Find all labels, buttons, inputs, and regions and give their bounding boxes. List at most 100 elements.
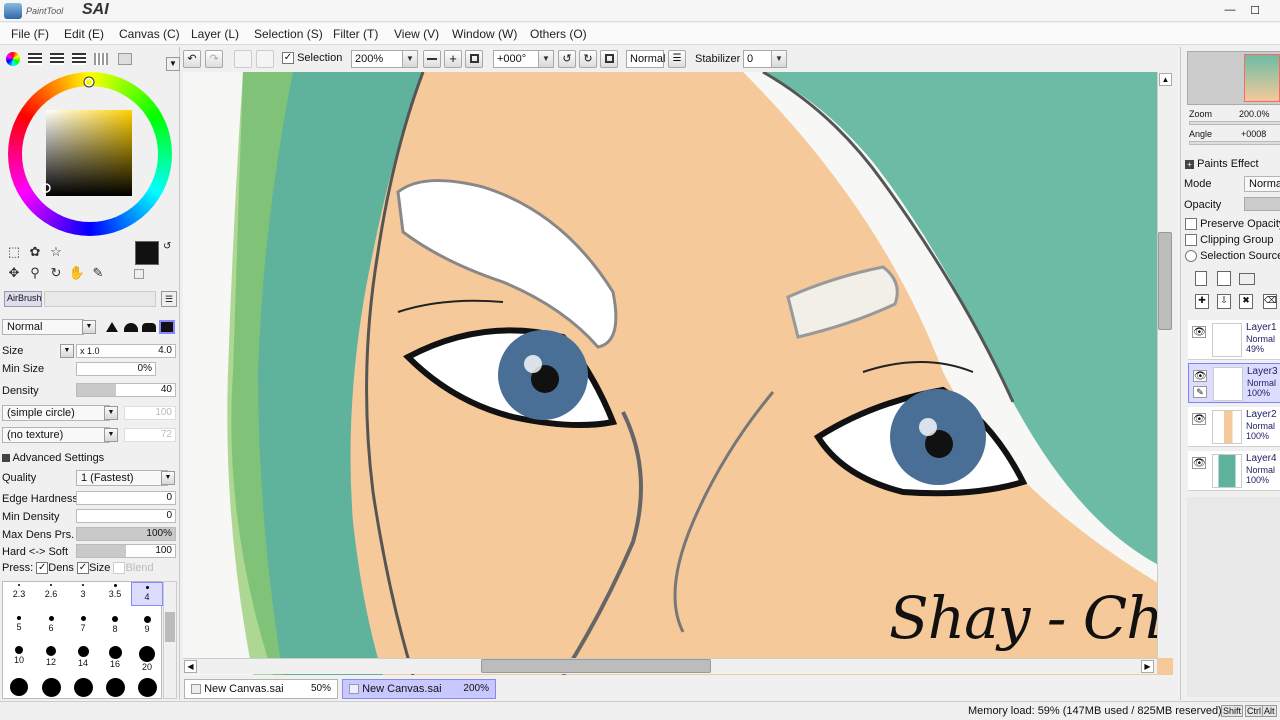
redo-button[interactable]: ↷ — [205, 50, 223, 68]
paints-effect-header[interactable]: + Paints Effect — [1185, 158, 1259, 170]
scroll-left-icon[interactable]: ◀ — [184, 660, 197, 673]
minimize-icon[interactable]: — — [1223, 4, 1237, 18]
user-swatch-icon[interactable] — [118, 53, 132, 65]
layer-item-selected[interactable]: 👁 ✎ Layer3 Normal 100% — [1188, 363, 1280, 403]
clipping-group-checkbox[interactable] — [1185, 234, 1197, 247]
primary-color-swatch[interactable] — [135, 241, 159, 265]
brush-shape-dropdown[interactable]: (simple circle) — [2, 405, 110, 421]
deselect-button[interactable] — [234, 50, 252, 68]
maximize-icon[interactable]: ☐ — [1248, 4, 1262, 18]
tool-list-icon[interactable]: ☰ — [161, 291, 177, 307]
panel-collapse-icon[interactable]: ▼ — [166, 57, 180, 71]
visibility-eye-icon[interactable]: 👁 — [1192, 326, 1206, 338]
brush-size-cell[interactable] — [131, 678, 163, 700]
move-icon[interactable]: ✥ — [5, 264, 23, 282]
merge-layer-icon[interactable]: ⇩ — [1217, 294, 1231, 309]
rect-select-icon[interactable]: ⬚ — [5, 243, 23, 261]
visibility-eye-icon[interactable]: 👁 — [1192, 457, 1206, 469]
blend-mode-field[interactable]: Normal — [626, 50, 665, 68]
brush-size-cell[interactable]: 8 — [99, 616, 131, 638]
zoom-icon[interactable]: ⚲ — [26, 264, 44, 282]
quality-arrow[interactable]: ▼ — [161, 471, 175, 485]
brush-mode-dropdown[interactable]: Normal — [2, 319, 84, 335]
shape-strength-slider[interactable]: 100 — [124, 406, 176, 420]
layer-item[interactable]: 👁 Layer2 Normal 100% — [1188, 407, 1280, 447]
brush-size-cell[interactable]: 10 — [3, 646, 35, 668]
brush-grid-scrollbar[interactable] — [163, 581, 177, 699]
brush-texture-dropdown[interactable]: (no texture) — [2, 427, 110, 443]
min-size-slider[interactable]: 0% — [76, 362, 156, 376]
min-density-slider[interactable]: 0 — [76, 509, 176, 523]
clipping-group-row[interactable]: Clipping Group — [1185, 234, 1273, 247]
canvas-tab[interactable]: New Canvas.sai 50% — [184, 679, 338, 699]
press-blend-checkbox[interactable] — [113, 562, 126, 575]
rgb-slider-icon[interactable] — [28, 53, 42, 65]
quality-dropdown[interactable]: 1 (Fastest) — [76, 470, 168, 486]
size-slider[interactable]: x 1.0 4.0 — [76, 344, 176, 358]
shape-pointed-icon[interactable] — [106, 322, 118, 332]
stabilizer-field[interactable]: 0 — [743, 50, 773, 68]
canvas-vertical-scrollbar[interactable]: ▲ — [1157, 72, 1173, 658]
flip-button[interactable]: ☰ — [668, 50, 686, 68]
brush-size-cell[interactable] — [3, 678, 35, 700]
brush-size-cell[interactable]: 12 — [35, 646, 67, 668]
scratchpad-icon[interactable] — [94, 53, 108, 65]
opacity-slider[interactable] — [1244, 197, 1280, 211]
invert-selection-button[interactable] — [256, 50, 274, 68]
preserve-opacity-row[interactable]: Preserve Opacity — [1185, 218, 1280, 231]
swap-colors-icon[interactable]: ↺ — [163, 241, 171, 252]
brush-grid-scroll-thumb[interactable] — [165, 612, 175, 642]
hard-soft-slider[interactable]: 100 — [76, 544, 176, 558]
lasso-icon[interactable]: ✿ — [26, 243, 44, 261]
rotate-left-button[interactable]: ↺ — [558, 50, 576, 68]
stabilizer-dropdown[interactable]: ▼ — [771, 50, 787, 68]
pen-lock-icon[interactable]: ✎ — [1193, 386, 1207, 398]
swatch-icon[interactable] — [72, 53, 86, 65]
zoom-slider[interactable] — [1189, 121, 1280, 125]
eyedropper-icon[interactable]: ✎ — [89, 264, 107, 282]
menu-file[interactable]: File (F) — [11, 27, 49, 41]
menu-others[interactable]: Others (O) — [530, 27, 587, 41]
canvas-tab-active[interactable]: New Canvas.sai 200% — [342, 679, 496, 699]
copy-layer-icon[interactable]: ✚ — [1195, 294, 1209, 309]
menu-layer[interactable]: Layer (L) — [191, 27, 239, 41]
brush-size-cell[interactable]: 3 — [67, 584, 99, 606]
menu-view[interactable]: View (V) — [394, 27, 439, 41]
selection-source-row[interactable]: Selection Source — [1185, 250, 1280, 263]
preserve-opacity-checkbox[interactable] — [1185, 218, 1197, 231]
rotate-icon[interactable]: ↻ — [47, 264, 65, 282]
brush-size-cell[interactable] — [67, 678, 99, 700]
selection-source-checkbox[interactable] — [1185, 250, 1197, 263]
rotation-dropdown[interactable]: ▼ — [538, 50, 554, 68]
zoom-in-button[interactable]: + — [444, 50, 462, 68]
press-size-checkbox[interactable]: ✓ — [77, 562, 89, 575]
color-wheel-mode-icon[interactable] — [6, 52, 20, 66]
brush-size-cell[interactable]: 6 — [35, 616, 67, 638]
canvas-vertical-scroll-thumb[interactable] — [1158, 232, 1172, 330]
visibility-eye-icon[interactable]: 👁 — [1192, 413, 1206, 425]
scroll-up-icon[interactable]: ▲ — [1159, 73, 1172, 86]
brush-size-cell[interactable] — [99, 678, 131, 700]
tool-slots[interactable] — [44, 291, 156, 307]
zoom-out-button[interactable] — [423, 50, 441, 68]
color-wheel[interactable] — [8, 72, 172, 236]
navigator-viewport[interactable] — [1244, 54, 1280, 102]
new-folder-icon[interactable] — [1239, 273, 1255, 285]
advanced-settings-toggle[interactable]: Advanced Settings — [2, 452, 104, 464]
menu-window[interactable]: Window (W) — [452, 27, 517, 41]
tool-airbrush-tab[interactable]: AirBrush — [4, 291, 42, 307]
canvas-horizontal-scroll-thumb[interactable] — [481, 659, 711, 673]
layer-mode-dropdown[interactable]: Normal — [1244, 176, 1280, 192]
menu-canvas[interactable]: Canvas (C) — [119, 27, 180, 41]
brush-size-cell[interactable]: 9 — [131, 616, 163, 638]
brush-mode-arrow[interactable]: ▼ — [82, 320, 96, 334]
size-mult-dropdown[interactable]: ▼ — [60, 344, 74, 358]
brush-size-cell[interactable]: 14 — [67, 646, 99, 668]
hand-icon[interactable]: ✋ — [68, 264, 86, 282]
density-slider[interactable]: 40 — [76, 383, 176, 397]
max-dens-slider[interactable]: 100% — [76, 527, 176, 541]
rotation-field[interactable]: +000° — [493, 50, 543, 68]
zoom-dropdown[interactable]: ▼ — [402, 50, 418, 68]
menu-edit[interactable]: Edit (E) — [64, 27, 104, 41]
brush-size-cell[interactable]: 7 — [67, 616, 99, 638]
